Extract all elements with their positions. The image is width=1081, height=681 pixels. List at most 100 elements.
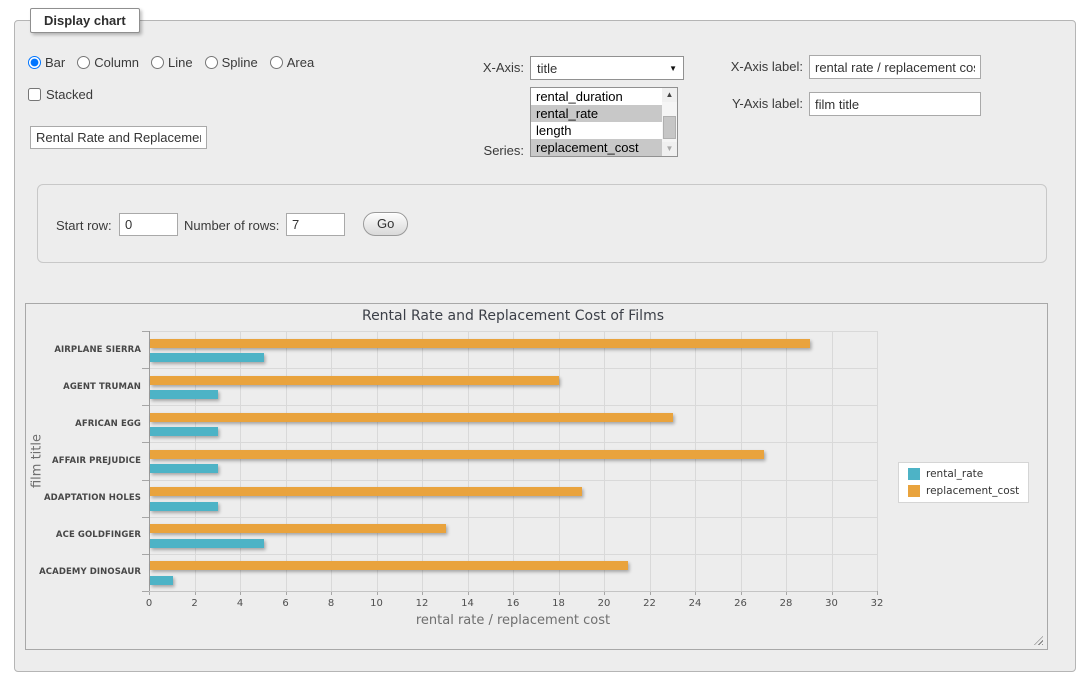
- chart-title: Rental Rate and Replacement Cost of Film…: [149, 308, 877, 324]
- chart-type-radio-line[interactable]: [151, 56, 164, 69]
- scroll-up-icon[interactable]: ▲: [662, 88, 677, 102]
- stacked-checkbox-row: Stacked: [28, 87, 93, 102]
- start-row-input[interactable]: [119, 213, 178, 236]
- legend-swatch-rental_rate: [908, 468, 920, 480]
- x-axis-label-input[interactable]: [809, 55, 981, 79]
- bar-replacement_cost: [150, 413, 673, 422]
- x-tick-label: 22: [630, 598, 670, 609]
- chart-type-option-bar[interactable]: Bar: [28, 55, 65, 70]
- chart-type-option-spline[interactable]: Spline: [205, 55, 258, 70]
- chart-panel: Rental Rate and Replacement Cost of Film…: [25, 303, 1048, 650]
- x-tick-mark: [877, 591, 878, 595]
- bar-replacement_cost: [150, 376, 559, 385]
- number-of-rows-input[interactable]: [286, 213, 345, 236]
- bar-replacement_cost: [150, 561, 628, 570]
- x-tick-label: 26: [721, 598, 761, 609]
- gridline: [832, 331, 833, 591]
- gridline: [286, 331, 287, 591]
- gridline: [559, 331, 560, 591]
- x-tick-label: 12: [402, 598, 442, 609]
- chart-title-input[interactable]: [30, 126, 207, 149]
- chart-type-option-column[interactable]: Column: [77, 55, 139, 70]
- chart-type-radio-group: Bar Column Line Spline Area: [28, 55, 322, 70]
- series-option-rental_duration[interactable]: rental_duration: [531, 88, 662, 105]
- x-tick-label: 8: [311, 598, 351, 609]
- series-multiselect[interactable]: rental_durationrental_ratelengthreplacem…: [530, 87, 678, 157]
- series-list-label: Series:: [424, 143, 524, 159]
- stacked-checkbox[interactable]: [28, 88, 41, 101]
- gridline: [240, 331, 241, 591]
- scrollbar-thumb[interactable]: [663, 116, 676, 139]
- series-option-replacement_cost[interactable]: replacement_cost: [531, 139, 662, 156]
- resize-handle-icon[interactable]: [1034, 636, 1043, 645]
- y-axis-label-label: Y-Axis label:: [700, 96, 803, 112]
- x-tick-label: 28: [766, 598, 806, 609]
- chart-type-radio-label: Area: [287, 55, 314, 70]
- legend-item-rental_rate[interactable]: rental_rate: [908, 468, 1019, 480]
- gridline: [513, 331, 514, 591]
- category-label: AFRICAN EGG: [26, 419, 141, 429]
- scroll-down-icon[interactable]: ▼: [662, 142, 677, 156]
- x-tick-label: 30: [812, 598, 852, 609]
- category-label: ACADEMY DINOSAUR: [26, 567, 141, 577]
- series-option-rental_rate[interactable]: rental_rate: [531, 105, 662, 122]
- stacked-label: Stacked: [46, 87, 93, 102]
- y-tick-mark: [142, 591, 149, 592]
- chart-type-radio-label: Spline: [222, 55, 258, 70]
- category-label: AFFAIR PREJUDICE: [26, 456, 141, 466]
- chart-legend: rental_rate replacement_cost: [898, 462, 1029, 503]
- gridline: [331, 331, 332, 591]
- go-button[interactable]: Go: [363, 212, 408, 236]
- chevron-down-icon: ▼: [669, 64, 677, 73]
- x-tick-label: 4: [220, 598, 260, 609]
- gridline: [149, 480, 877, 481]
- chart-x-axis-title: rental rate / replacement cost: [149, 613, 877, 628]
- gridline: [377, 331, 378, 591]
- x-axis-line: [149, 591, 877, 592]
- chart-type-radio-label: Column: [94, 55, 139, 70]
- gridline: [422, 331, 423, 591]
- series-option-length[interactable]: length: [531, 122, 662, 139]
- bar-replacement_cost: [150, 339, 810, 348]
- chart-type-radio-area[interactable]: [270, 56, 283, 69]
- x-tick-label: 2: [175, 598, 215, 609]
- legend-item-replacement_cost[interactable]: replacement_cost: [908, 485, 1019, 497]
- y-tick-mark: [142, 480, 149, 481]
- gridline: [149, 331, 877, 332]
- series-options: rental_durationrental_ratelengthreplacem…: [531, 88, 662, 156]
- category-label: ADAPTATION HOLES: [26, 493, 141, 503]
- series-list-scrollbar[interactable]: ▲ ▼: [662, 88, 677, 156]
- gridline: [149, 442, 877, 443]
- legend-swatch-replacement_cost: [908, 485, 920, 497]
- gridline: [149, 554, 877, 555]
- bar-replacement_cost: [150, 524, 446, 533]
- x-tick-label: 0: [129, 598, 169, 609]
- bar-rental_rate: [150, 353, 264, 362]
- gridline: [149, 368, 877, 369]
- x-tick-label: 6: [266, 598, 306, 609]
- chart-type-radio-label: Bar: [45, 55, 65, 70]
- x-axis-select-label: X-Axis:: [424, 60, 524, 76]
- x-axis-label-label: X-Axis label:: [700, 59, 803, 75]
- bar-rental_rate: [150, 576, 173, 585]
- start-row-label: Start row:: [56, 218, 112, 234]
- row-range-box: Start row: Number of rows: Go: [37, 184, 1047, 263]
- chart-type-option-area[interactable]: Area: [270, 55, 314, 70]
- gridline: [741, 331, 742, 591]
- y-axis-line: [149, 331, 150, 591]
- y-axis-label-input[interactable]: [809, 92, 981, 116]
- chart-type-option-line[interactable]: Line: [151, 55, 193, 70]
- x-tick-label: 18: [539, 598, 579, 609]
- x-tick-label: 24: [675, 598, 715, 609]
- gridline: [786, 331, 787, 591]
- chart-type-radio-column[interactable]: [77, 56, 90, 69]
- x-axis-select[interactable]: title ▼: [530, 56, 684, 80]
- chart-type-radio-spline[interactable]: [205, 56, 218, 69]
- chart-type-radio-bar[interactable]: [28, 56, 41, 69]
- y-tick-mark: [142, 331, 149, 332]
- page-title: Display chart: [30, 8, 140, 33]
- display-chart-page: Display chart Bar Column Line Spline Area St…: [0, 0, 1081, 681]
- x-tick-label: 20: [584, 598, 624, 609]
- category-label: AIRPLANE SIERRA: [26, 345, 141, 355]
- gridline: [877, 331, 878, 591]
